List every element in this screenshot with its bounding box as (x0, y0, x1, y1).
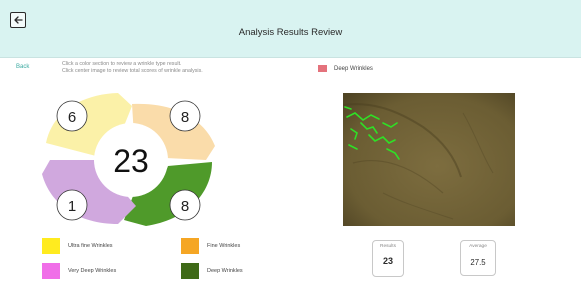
average-card: Average 27.5 (460, 240, 496, 276)
skin-analysis-image[interactable] (343, 93, 515, 226)
legend-swatch-deep (181, 263, 199, 279)
arrow-left-icon (13, 16, 23, 24)
instruction-line-2: Click center image to review total score… (62, 68, 203, 74)
results-value: 23 (382, 256, 393, 266)
legend-label-deep: Deep Wrinkles (207, 268, 243, 274)
skin-texture-image (343, 93, 515, 226)
back-link[interactable]: Back (16, 64, 29, 70)
legend-swatch-very-deep (42, 263, 60, 279)
page-title: Analysis Results Review (238, 27, 343, 38)
legend-item-very-deep[interactable]: Very Deep Wrinkles (42, 263, 116, 279)
legend-swatch-ultra-fine (42, 238, 60, 254)
legend-label-fine: Fine Wrinkles (207, 243, 241, 249)
wrinkle-wheel: 23 6 8 8 1 (42, 93, 215, 226)
results-card: Results 23 (372, 240, 404, 277)
legend-label-very-deep: Very Deep Wrinkles (68, 268, 117, 274)
legend-item-fine[interactable]: Fine Wrinkles (181, 238, 240, 254)
selected-type-label: Deep Wrinkles (334, 65, 373, 72)
header-bar: Analysis Results Review (0, 0, 581, 58)
count-ultra-fine: 6 (68, 109, 76, 126)
instructions-text: Click a color section to review a wrinkl… (62, 61, 203, 75)
count-very-deep: 1 (68, 198, 76, 215)
results-label: Results (380, 244, 396, 249)
average-label: Average (469, 244, 487, 249)
instruction-line-1: Click a color section to review a wrinkl… (62, 61, 182, 67)
average-value: 27.5 (470, 258, 486, 267)
legend-item-ultra-fine[interactable]: Ultra fine Wrinkles (42, 238, 113, 254)
legend-label-ultra-fine: Ultra fine Wrinkles (68, 243, 113, 249)
count-deep: 8 (181, 198, 189, 215)
count-fine: 8 (181, 109, 189, 126)
back-button[interactable] (10, 12, 26, 28)
legend-swatch-fine (181, 238, 199, 254)
wheel-total: 23 (113, 143, 149, 179)
selected-type-swatch (318, 65, 327, 72)
selected-type-legend: Deep Wrinkles (318, 65, 373, 72)
legend-item-deep[interactable]: Deep Wrinkles (181, 263, 243, 279)
